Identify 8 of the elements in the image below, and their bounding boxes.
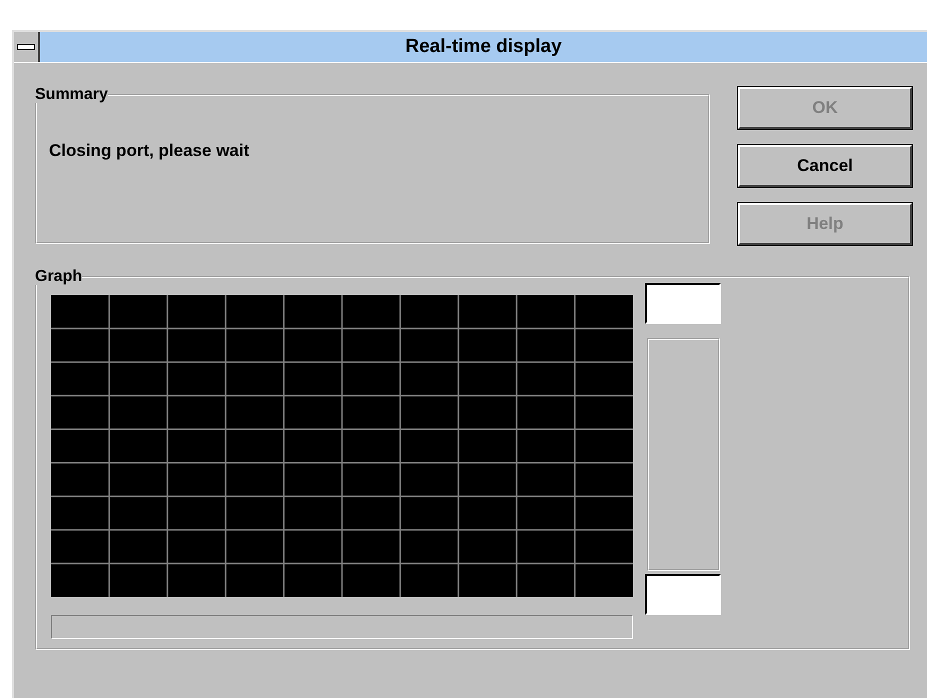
max-value-field[interactable] bbox=[645, 283, 721, 324]
group-title: Summary bbox=[35, 87, 108, 103]
system-menu-button[interactable] bbox=[14, 32, 40, 62]
dialog-button[interactable]: Cancel bbox=[738, 145, 912, 187]
group-title: Graph bbox=[35, 269, 82, 285]
status-message: Closing port, please wait bbox=[49, 141, 250, 161]
min-value-field[interactable] bbox=[645, 574, 721, 615]
window-title: Real-time display bbox=[404, 35, 563, 59]
